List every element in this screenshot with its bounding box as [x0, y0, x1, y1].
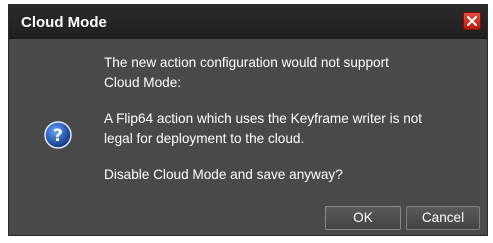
- cancel-button[interactable]: Cancel: [406, 206, 480, 230]
- ok-button[interactable]: OK: [325, 206, 401, 230]
- dialog-message: The new action configuration would not s…: [104, 53, 474, 185]
- question-icon: ?: [44, 121, 72, 149]
- message-line: Cloud Mode:: [104, 75, 182, 90]
- message-line: legal for deployment to the cloud.: [104, 131, 305, 146]
- message-line: A Flip64 action which uses the Keyframe …: [104, 111, 423, 126]
- cloud-mode-dialog: Cloud Mode ? The new action configuratio…: [8, 4, 488, 236]
- close-icon: [467, 16, 477, 26]
- dialog-body: ? The new action configuration would not…: [9, 39, 487, 235]
- message-line: The new action configuration would not s…: [104, 55, 389, 70]
- message-line: Disable Cloud Mode and save anyway?: [104, 167, 343, 182]
- dialog-title: Cloud Mode: [21, 14, 107, 31]
- close-button[interactable]: [463, 12, 481, 30]
- title-bar[interactable]: Cloud Mode: [9, 5, 487, 39]
- svg-text:?: ?: [53, 126, 63, 146]
